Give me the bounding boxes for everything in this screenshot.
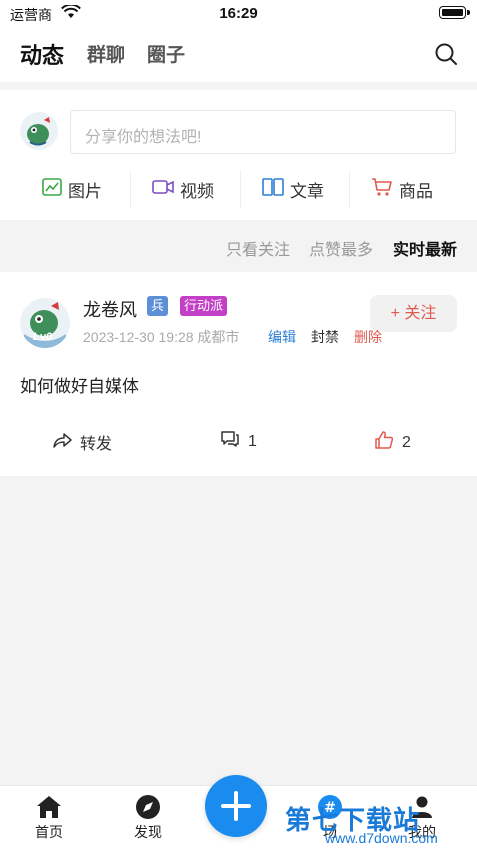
tab-discover[interactable]: 发现 <box>118 794 178 842</box>
action-article-label: 文章 <box>290 181 324 201</box>
battery-icon <box>439 6 470 19</box>
divider <box>130 170 131 208</box>
post-meta: 2023-12-30 19:28 成都市 <box>83 329 240 345</box>
action-image-label: 图片 <box>68 181 102 201</box>
edit-link[interactable]: 编辑 <box>268 327 296 347</box>
divider <box>240 170 241 208</box>
avatar-level: Lv0 <box>33 331 52 343</box>
post-input-placeholder: 分享你的想法吧! <box>85 129 202 146</box>
divider <box>349 170 350 208</box>
feed-filters: 只看关注 点赞最多 实时最新 <box>0 222 477 270</box>
compass-icon <box>118 794 178 820</box>
composer-panel: 分享你的想法吧! 图片 视频 文章 商品 <box>0 90 477 220</box>
like-count: 2 <box>402 433 411 451</box>
my-avatar[interactable] <box>20 112 58 150</box>
forward-button[interactable]: 转发 <box>52 430 112 454</box>
ban-link[interactable]: 封禁 <box>311 327 339 347</box>
action-product[interactable]: 商品 <box>371 176 433 202</box>
rank-badge: 兵 <box>147 296 169 316</box>
comment-icon <box>220 430 240 453</box>
thumbs-up-icon <box>374 430 394 455</box>
clock: 16:29 <box>219 5 258 22</box>
tab-dynamics[interactable]: 动态 <box>20 38 64 70</box>
post-avatar[interactable]: Lv0 <box>20 298 70 348</box>
search-icon[interactable] <box>434 42 458 71</box>
action-product-label: 商品 <box>399 181 433 201</box>
comment-button[interactable]: 1 <box>220 430 257 453</box>
video-icon <box>152 179 174 200</box>
post-card: Lv0 龙卷风 兵 行动派 2023-12-30 19:28 成都市 编辑 封禁… <box>0 272 477 476</box>
top-nav: 动态 群聊 圈子 <box>0 28 477 82</box>
tab-home-label: 首页 <box>35 824 63 840</box>
tab-group-chat[interactable]: 群聊 <box>87 40 125 67</box>
title-badge: 行动派 <box>180 296 228 316</box>
cart-icon <box>371 177 393 202</box>
action-video[interactable]: 视频 <box>152 176 214 202</box>
tab-home[interactable]: 首页 <box>19 794 79 842</box>
plus-icon <box>205 791 267 841</box>
tab-discover-label: 发现 <box>134 824 162 840</box>
share-icon <box>52 431 72 454</box>
action-video-label: 视频 <box>180 181 214 201</box>
create-post-button[interactable] <box>205 775 267 837</box>
post-username[interactable]: 龙卷风 <box>83 296 137 322</box>
home-icon <box>19 794 79 820</box>
post-input[interactable]: 分享你的想法吧! <box>70 110 456 154</box>
action-image[interactable]: 图片 <box>42 176 102 202</box>
like-button[interactable]: 2 <box>374 430 411 455</box>
book-icon <box>262 177 284 201</box>
delete-link[interactable]: 删除 <box>354 327 382 347</box>
filter-latest[interactable]: 实时最新 <box>393 236 457 260</box>
comment-count: 1 <box>248 432 257 450</box>
post-content[interactable]: 如何做好自媒体 <box>20 372 139 397</box>
action-article[interactable]: 文章 <box>262 176 324 202</box>
status-bar: 运营商 16:29 <box>0 0 477 28</box>
filter-follow-only[interactable]: 只看关注 <box>226 236 290 260</box>
tab-circles[interactable]: 圈子 <box>147 40 185 67</box>
forward-label: 转发 <box>80 436 113 453</box>
image-icon <box>42 177 62 201</box>
filter-most-liked[interactable]: 点赞最多 <box>309 236 373 260</box>
follow-button[interactable]: + 关注 <box>370 295 457 332</box>
watermark-url: www.d7down.com <box>325 830 438 846</box>
